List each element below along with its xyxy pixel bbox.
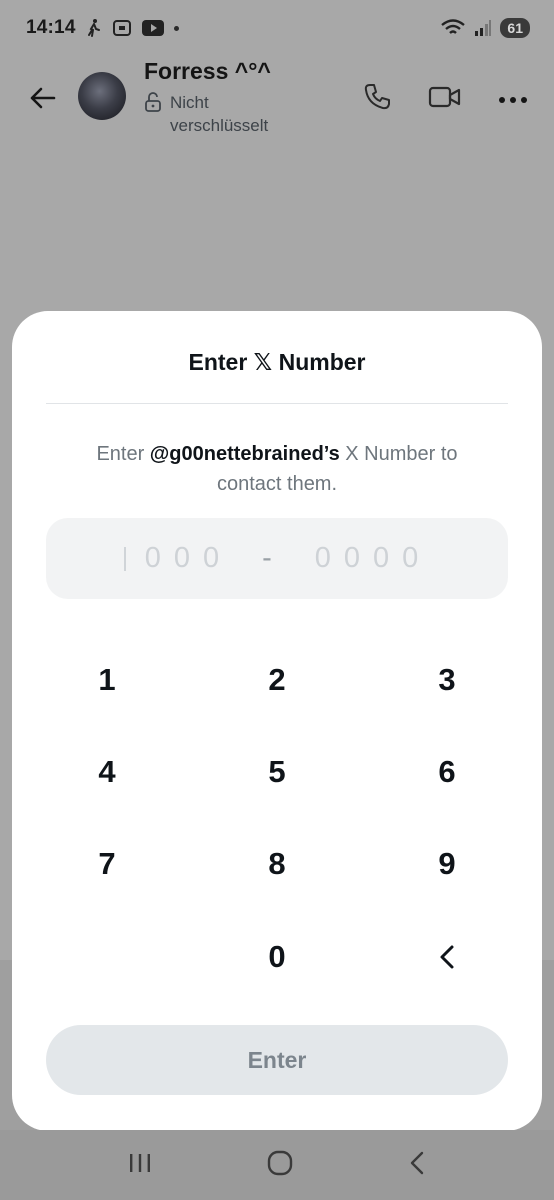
- placeholder-part2: 0000: [314, 542, 432, 574]
- key-0[interactable]: 0: [217, 922, 337, 992]
- enter-button[interactable]: Enter: [46, 1025, 508, 1095]
- battery-indicator: 61: [500, 18, 530, 38]
- contact-info[interactable]: Forress ^°^ Nicht verschlüsselt: [144, 58, 300, 137]
- user-handle: @g00nettebrained’s: [149, 443, 340, 465]
- chevron-left-icon: [440, 945, 454, 969]
- key-3[interactable]: 3: [387, 645, 507, 715]
- instruction-text: Enter @g00nettebrained’s X Number to con…: [72, 439, 482, 499]
- signal-icon: [474, 19, 492, 37]
- key-5[interactable]: 5: [217, 737, 337, 807]
- instruction-prefix: Enter: [96, 443, 150, 465]
- key-9[interactable]: 9: [387, 829, 507, 899]
- key-4[interactable]: 4: [47, 737, 167, 807]
- key-1[interactable]: 1: [47, 645, 167, 715]
- modal-divider: [46, 403, 508, 404]
- system-nav-bar: [0, 1130, 554, 1200]
- home-icon[interactable]: [266, 1149, 294, 1182]
- key-2[interactable]: 2: [217, 645, 337, 715]
- more-horizontal-icon[interactable]: [498, 91, 528, 109]
- encryption-status: Nicht verschlüsselt: [170, 93, 269, 135]
- wifi-icon: [440, 18, 466, 38]
- contact-name: Forress ^°^: [144, 58, 271, 84]
- nav-back-icon[interactable]: [407, 1149, 427, 1182]
- modal-title: Enter 𝕏 Number: [188, 349, 366, 375]
- walking-icon: [86, 18, 102, 38]
- arrow-left-icon: [30, 87, 56, 109]
- key-7[interactable]: 7: [47, 829, 167, 899]
- key-8[interactable]: 8: [217, 829, 337, 899]
- chat-header: Forress ^°^ Nicht verschlüsselt: [0, 56, 554, 146]
- x-number-input[interactable]: 000 - 0000: [46, 518, 508, 599]
- x-number-modal: Enter 𝕏 Number Enter @g00nettebrained’s …: [12, 311, 542, 1131]
- placeholder-part1: 000: [144, 542, 233, 574]
- youtube-icon: [141, 20, 164, 36]
- video-icon[interactable]: [428, 85, 462, 114]
- placeholder-separator: -: [262, 542, 285, 574]
- phone-icon[interactable]: [362, 82, 392, 117]
- unlock-icon: [144, 91, 162, 118]
- status-time: 14:14: [26, 17, 76, 38]
- backspace-key[interactable]: [387, 922, 507, 992]
- screenshot-icon: [112, 19, 132, 37]
- text-caret: [124, 547, 126, 571]
- status-bar: 14:14 61: [0, 0, 554, 56]
- recent-apps-icon[interactable]: [127, 1151, 153, 1180]
- notification-dot: [173, 25, 179, 31]
- back-button[interactable]: [22, 78, 62, 118]
- key-6[interactable]: 6: [387, 737, 507, 807]
- contact-avatar[interactable]: [78, 72, 126, 120]
